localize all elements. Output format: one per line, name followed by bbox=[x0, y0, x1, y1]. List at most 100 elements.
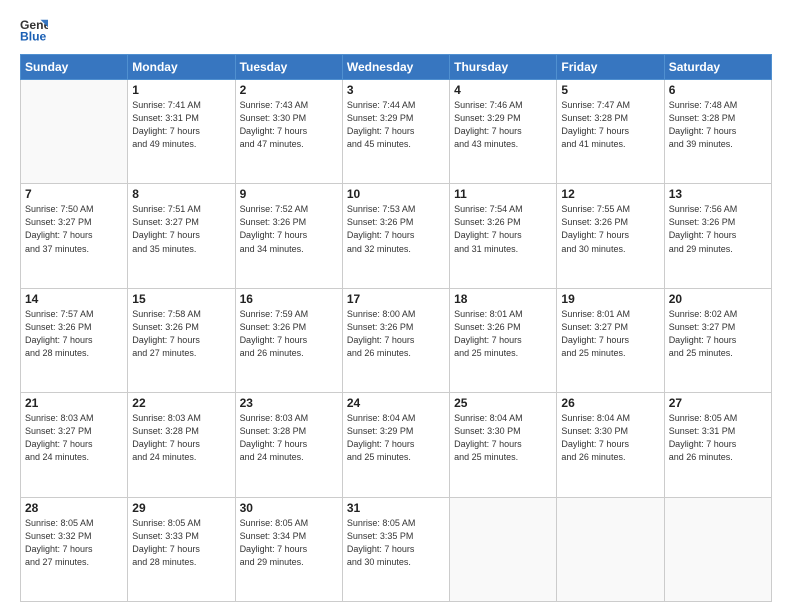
sunrise-text: Sunrise: 8:01 AM bbox=[561, 308, 659, 321]
daylight-line1: Daylight: 7 hours bbox=[669, 438, 767, 451]
sunrise-text: Sunrise: 8:04 AM bbox=[561, 412, 659, 425]
sunset-text: Sunset: 3:29 PM bbox=[347, 112, 445, 125]
day-info: Sunrise: 7:50 AMSunset: 3:27 PMDaylight:… bbox=[25, 203, 123, 255]
sunset-text: Sunset: 3:33 PM bbox=[132, 530, 230, 543]
calendar-cell: 4Sunrise: 7:46 AMSunset: 3:29 PMDaylight… bbox=[450, 80, 557, 184]
day-header-wednesday: Wednesday bbox=[342, 55, 449, 80]
day-info: Sunrise: 7:59 AMSunset: 3:26 PMDaylight:… bbox=[240, 308, 338, 360]
day-number: 29 bbox=[132, 501, 230, 515]
sunrise-text: Sunrise: 8:03 AM bbox=[25, 412, 123, 425]
day-info: Sunrise: 7:46 AMSunset: 3:29 PMDaylight:… bbox=[454, 99, 552, 151]
calendar-cell: 23Sunrise: 8:03 AMSunset: 3:28 PMDayligh… bbox=[235, 393, 342, 497]
calendar-cell: 24Sunrise: 8:04 AMSunset: 3:29 PMDayligh… bbox=[342, 393, 449, 497]
sunset-text: Sunset: 3:26 PM bbox=[347, 216, 445, 229]
sunrise-text: Sunrise: 8:05 AM bbox=[669, 412, 767, 425]
daylight-line1: Daylight: 7 hours bbox=[132, 543, 230, 556]
daylight-line2: and 24 minutes. bbox=[240, 451, 338, 464]
sunset-text: Sunset: 3:29 PM bbox=[347, 425, 445, 438]
day-info: Sunrise: 7:41 AMSunset: 3:31 PMDaylight:… bbox=[132, 99, 230, 151]
day-info: Sunrise: 7:44 AMSunset: 3:29 PMDaylight:… bbox=[347, 99, 445, 151]
daylight-line2: and 25 minutes. bbox=[347, 451, 445, 464]
daylight-line2: and 41 minutes. bbox=[561, 138, 659, 151]
sunrise-text: Sunrise: 7:41 AM bbox=[132, 99, 230, 112]
daylight-line1: Daylight: 7 hours bbox=[132, 125, 230, 138]
logo-icon: General Blue bbox=[20, 16, 48, 44]
daylight-line1: Daylight: 7 hours bbox=[347, 543, 445, 556]
day-info: Sunrise: 8:01 AMSunset: 3:27 PMDaylight:… bbox=[561, 308, 659, 360]
day-number: 25 bbox=[454, 396, 552, 410]
sunset-text: Sunset: 3:26 PM bbox=[132, 321, 230, 334]
daylight-line2: and 31 minutes. bbox=[454, 243, 552, 256]
day-info: Sunrise: 7:53 AMSunset: 3:26 PMDaylight:… bbox=[347, 203, 445, 255]
calendar-cell: 31Sunrise: 8:05 AMSunset: 3:35 PMDayligh… bbox=[342, 497, 449, 601]
daylight-line1: Daylight: 7 hours bbox=[454, 229, 552, 242]
sunset-text: Sunset: 3:34 PM bbox=[240, 530, 338, 543]
sunrise-text: Sunrise: 8:05 AM bbox=[132, 517, 230, 530]
day-number: 17 bbox=[347, 292, 445, 306]
day-number: 1 bbox=[132, 83, 230, 97]
calendar-cell: 3Sunrise: 7:44 AMSunset: 3:29 PMDaylight… bbox=[342, 80, 449, 184]
day-number: 7 bbox=[25, 187, 123, 201]
calendar-cell: 26Sunrise: 8:04 AMSunset: 3:30 PMDayligh… bbox=[557, 393, 664, 497]
daylight-line2: and 25 minutes. bbox=[561, 347, 659, 360]
sunset-text: Sunset: 3:30 PM bbox=[454, 425, 552, 438]
calendar-header-row: SundayMondayTuesdayWednesdayThursdayFrid… bbox=[21, 55, 772, 80]
sunset-text: Sunset: 3:26 PM bbox=[454, 321, 552, 334]
daylight-line1: Daylight: 7 hours bbox=[347, 229, 445, 242]
day-info: Sunrise: 7:47 AMSunset: 3:28 PMDaylight:… bbox=[561, 99, 659, 151]
daylight-line2: and 30 minutes. bbox=[347, 556, 445, 569]
day-number: 9 bbox=[240, 187, 338, 201]
day-header-thursday: Thursday bbox=[450, 55, 557, 80]
sunset-text: Sunset: 3:35 PM bbox=[347, 530, 445, 543]
day-info: Sunrise: 8:02 AMSunset: 3:27 PMDaylight:… bbox=[669, 308, 767, 360]
daylight-line2: and 27 minutes. bbox=[132, 347, 230, 360]
day-info: Sunrise: 8:04 AMSunset: 3:30 PMDaylight:… bbox=[454, 412, 552, 464]
calendar-week-row: 7 Sunrise: 7:50 AMSunset: 3:27 PMDaylight… bbox=[21, 184, 772, 288]
calendar-cell: 6Sunrise: 7:48 AMSunset: 3:28 PMDaylight… bbox=[664, 80, 771, 184]
calendar-cell bbox=[21, 80, 128, 184]
sunset-text: Sunset: 3:26 PM bbox=[25, 321, 123, 334]
calendar-cell: 27Sunrise: 8:05 AMSunset: 3:31 PMDayligh… bbox=[664, 393, 771, 497]
sunset-text: Sunset: 3:27 PM bbox=[25, 216, 123, 229]
calendar-cell: 7 Sunrise: 7:50 AMSunset: 3:27 PMDaylight… bbox=[21, 184, 128, 288]
daylight-line2: and 28 minutes. bbox=[25, 347, 123, 360]
day-info: Sunrise: 7:43 AMSunset: 3:30 PMDaylight:… bbox=[240, 99, 338, 151]
sunset-text: Sunset: 3:26 PM bbox=[240, 216, 338, 229]
calendar-cell: 28Sunrise: 8:05 AMSunset: 3:32 PMDayligh… bbox=[21, 497, 128, 601]
day-number: 20 bbox=[669, 292, 767, 306]
sunrise-text: Sunrise: 7:58 AM bbox=[132, 308, 230, 321]
daylight-line2: and 43 minutes. bbox=[454, 138, 552, 151]
day-info: Sunrise: 7:48 AMSunset: 3:28 PMDaylight:… bbox=[669, 99, 767, 151]
calendar-cell bbox=[557, 497, 664, 601]
calendar-cell: 8Sunrise: 7:51 AMSunset: 3:27 PMDaylight… bbox=[128, 184, 235, 288]
sunrise-text: Sunrise: 7:51 AM bbox=[132, 203, 230, 216]
sunset-text: Sunset: 3:30 PM bbox=[240, 112, 338, 125]
daylight-line1: Daylight: 7 hours bbox=[240, 438, 338, 451]
day-number: 2 bbox=[240, 83, 338, 97]
daylight-line2: and 25 minutes. bbox=[454, 451, 552, 464]
daylight-line1: Daylight: 7 hours bbox=[132, 334, 230, 347]
daylight-line1: Daylight: 7 hours bbox=[669, 125, 767, 138]
day-header-friday: Friday bbox=[557, 55, 664, 80]
calendar-week-row: 21Sunrise: 8:03 AMSunset: 3:27 PMDayligh… bbox=[21, 393, 772, 497]
calendar-cell: 15Sunrise: 7:58 AMSunset: 3:26 PMDayligh… bbox=[128, 288, 235, 392]
header: General Blue bbox=[20, 16, 772, 44]
calendar-cell bbox=[664, 497, 771, 601]
sunrise-text: Sunrise: 8:05 AM bbox=[25, 517, 123, 530]
daylight-line1: Daylight: 7 hours bbox=[240, 125, 338, 138]
daylight-line1: Daylight: 7 hours bbox=[25, 334, 123, 347]
daylight-line1: Daylight: 7 hours bbox=[454, 334, 552, 347]
sunset-text: Sunset: 3:26 PM bbox=[561, 216, 659, 229]
day-info: Sunrise: 8:05 AMSunset: 3:35 PMDaylight:… bbox=[347, 517, 445, 569]
calendar-cell: 25 Sunrise: 8:04 AMSunset: 3:30 PMDayligh… bbox=[450, 393, 557, 497]
daylight-line1: Daylight: 7 hours bbox=[347, 125, 445, 138]
daylight-line2: and 25 minutes. bbox=[454, 347, 552, 360]
sunset-text: Sunset: 3:28 PM bbox=[132, 425, 230, 438]
day-number: 21 bbox=[25, 396, 123, 410]
sunrise-text: Sunrise: 8:00 AM bbox=[347, 308, 445, 321]
sunset-text: Sunset: 3:32 PM bbox=[25, 530, 123, 543]
daylight-line1: Daylight: 7 hours bbox=[25, 438, 123, 451]
calendar-cell: 13Sunrise: 7:56 AMSunset: 3:26 PMDayligh… bbox=[664, 184, 771, 288]
daylight-line2: and 24 minutes. bbox=[132, 451, 230, 464]
day-number: 14 bbox=[25, 292, 123, 306]
